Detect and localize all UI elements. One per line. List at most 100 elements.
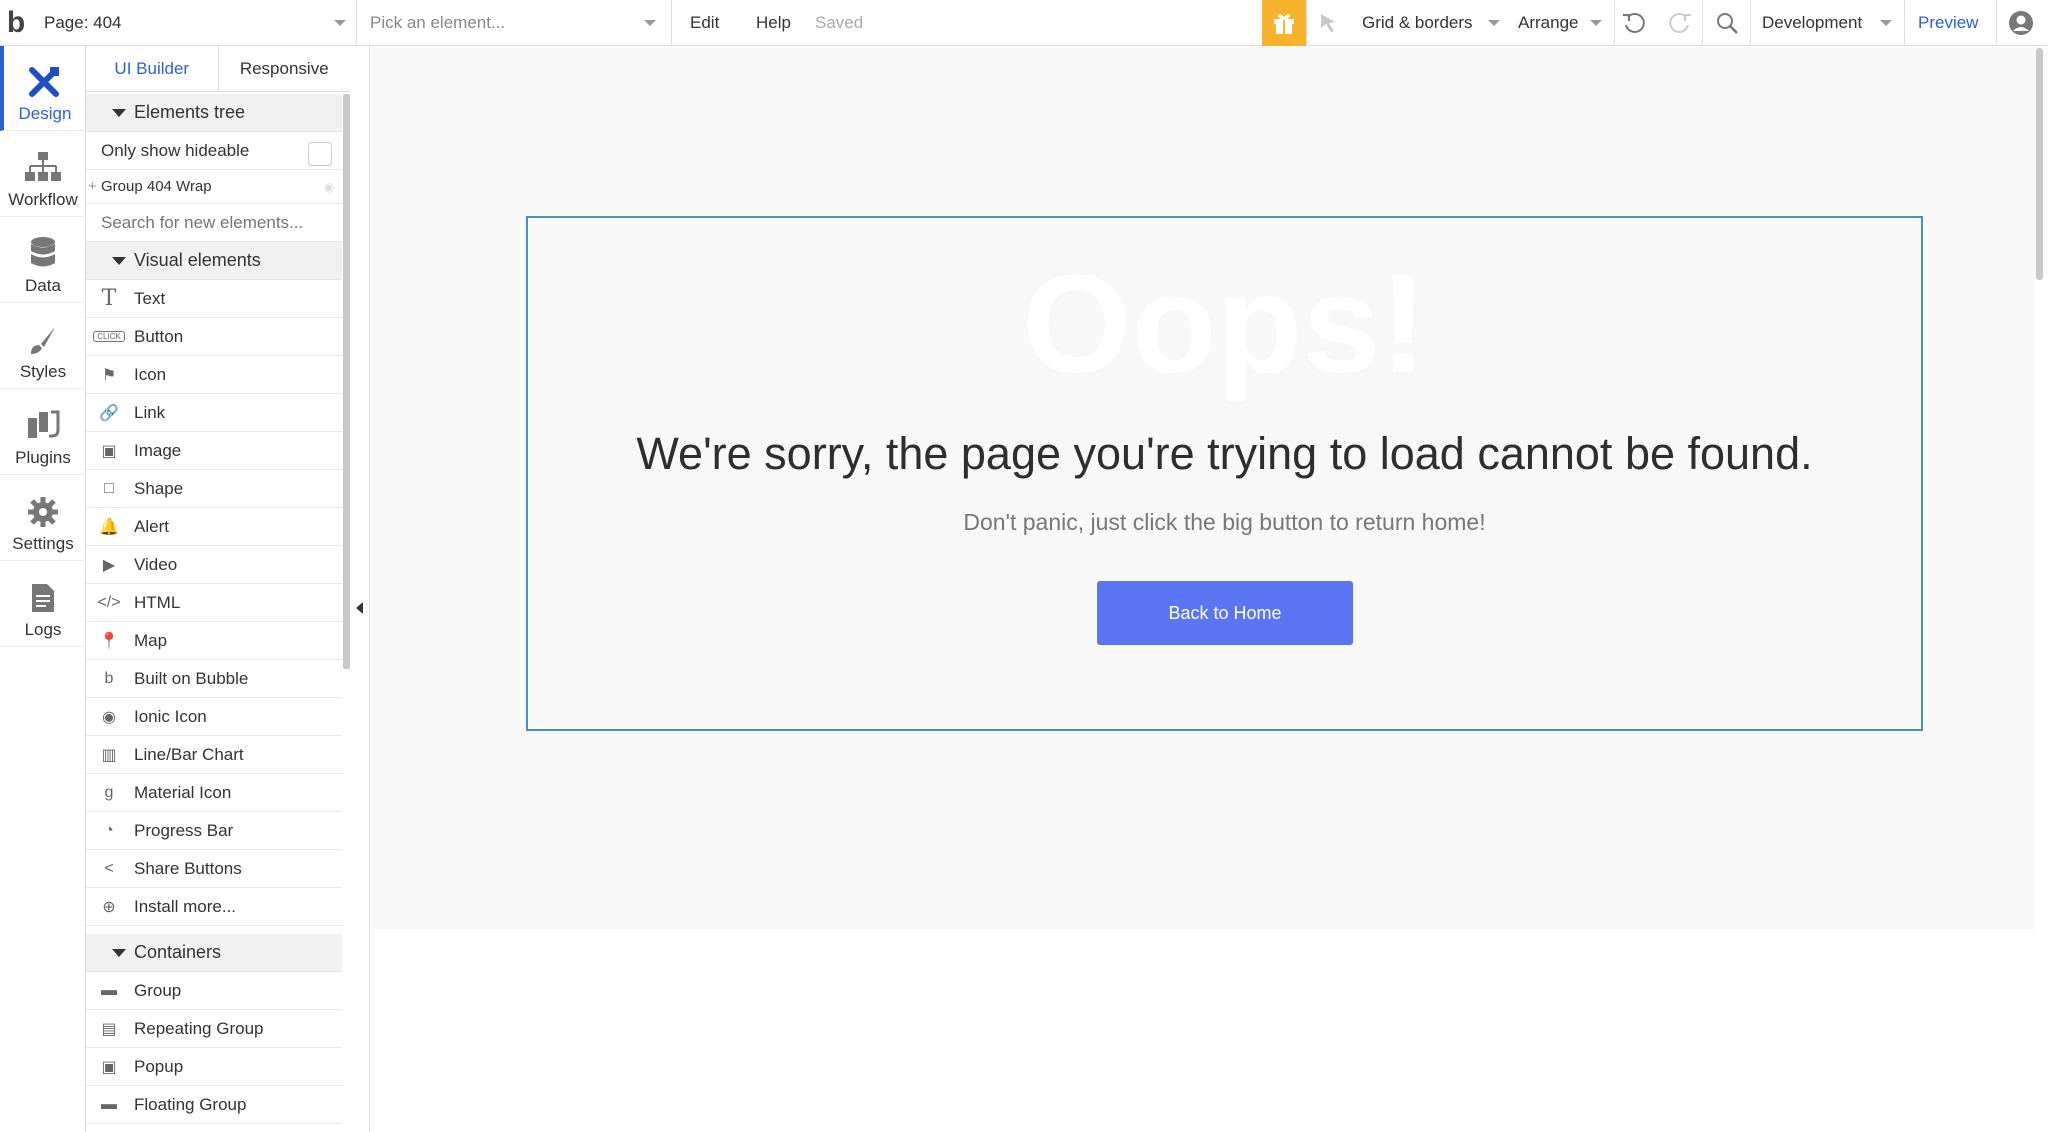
element-item-label: Built on Bubble — [134, 668, 249, 688]
bubble-logo[interactable]: b — [0, 0, 32, 46]
element-item-label: Alert — [134, 516, 169, 536]
page-selector[interactable]: Page: 404 — [32, 0, 357, 46]
elements-tree-header[interactable]: Elements tree — [86, 94, 342, 132]
nav-plugins-label: Plugins — [15, 448, 71, 467]
element-item-progress-bar[interactable]: ◔ Progress Bar — [86, 812, 342, 850]
oops-heading[interactable]: Oops! — [528, 254, 1921, 394]
element-item-label: Repeating Group — [134, 1018, 264, 1038]
element-item-label: Line/Bar Chart — [134, 744, 244, 764]
tree-item-group-404-wrap[interactable]: + Group 404 Wrap ◉ — [86, 170, 342, 204]
arrange-menu[interactable]: Arrange — [1518, 0, 1602, 46]
chevron-down-icon — [1880, 20, 1892, 26]
nav-design[interactable]: Design — [0, 46, 86, 131]
nav-data[interactable]: Data — [0, 218, 86, 303]
left-nav-rail: Design Workflow Data Styles Plugins Sett… — [0, 46, 86, 1132]
grid-borders-menu[interactable]: Grid & borders — [1362, 0, 1500, 46]
eye-icon[interactable]: ◉ — [324, 180, 334, 194]
top-bar: b Page: 404 Pick an element... Edit Help… — [0, 0, 2048, 46]
search-button[interactable] — [1714, 0, 1740, 46]
element-item-shape[interactable]: □ Shape — [86, 470, 342, 508]
chevron-down-icon — [644, 20, 656, 26]
element-item-video[interactable]: ▶ Video — [86, 546, 342, 584]
panel-tabs: UI Builder Responsive — [86, 46, 350, 92]
html-icon: </> — [97, 593, 121, 611]
triangle-down-icon — [112, 257, 126, 265]
tab-ui-builder[interactable]: UI Builder — [86, 46, 218, 91]
only-hideable-row: Only show hideable — [86, 132, 342, 170]
element-item-map[interactable]: 📍 Map — [86, 622, 342, 660]
element-item-repeating-group[interactable]: ▤ Repeating Group — [86, 1010, 342, 1048]
image-icon: ▣ — [101, 442, 117, 460]
gift-icon — [1274, 14, 1294, 34]
link-icon: 🔗 — [99, 404, 119, 422]
nav-logs[interactable]: Logs — [0, 562, 86, 647]
not-found-message[interactable]: We're sorry, the page you're trying to l… — [528, 428, 1921, 480]
plug-icon — [28, 410, 60, 438]
nav-design-label: Design — [18, 104, 72, 123]
visual-elements-header[interactable]: Visual elements — [86, 242, 342, 280]
element-item-label: Share Buttons — [134, 858, 242, 878]
nav-settings[interactable]: Settings — [0, 476, 86, 561]
element-item-install-more[interactable]: ⊕ Install more... — [86, 888, 342, 926]
only-hideable-checkbox[interactable] — [308, 142, 332, 166]
element-item-label: Floating Group — [134, 1094, 247, 1114]
element-picker-placeholder: Pick an element... — [370, 13, 506, 32]
chevron-down-icon — [1590, 20, 1602, 26]
element-item-image[interactable]: ▣ Image — [86, 432, 342, 470]
redo-icon — [1669, 12, 1691, 33]
account-button[interactable] — [2008, 0, 2034, 46]
gift-button[interactable] — [1262, 0, 1306, 46]
nav-styles[interactable]: Styles — [0, 304, 86, 389]
element-search-input[interactable] — [86, 204, 342, 242]
undo-icon — [1623, 12, 1645, 33]
element-item-alert[interactable]: 🔔 Alert — [86, 508, 342, 546]
element-item-ionic-icon[interactable]: ◉ Ionic Icon — [86, 698, 342, 736]
cursor-tool-button[interactable] — [1318, 0, 1340, 46]
containers-header[interactable]: Containers — [86, 934, 342, 972]
chevron-down-icon — [1488, 20, 1500, 26]
environment-menu[interactable]: Development — [1762, 0, 1892, 46]
element-item-icon[interactable]: ⚑ Icon — [86, 356, 342, 394]
element-item-line-bar-chart[interactable]: ▥ Line/Bar Chart — [86, 736, 342, 774]
text-icon: T — [101, 286, 117, 311]
return-home-hint[interactable]: Don't panic, just click the big button t… — [528, 509, 1921, 536]
nav-logs-label: Logs — [24, 620, 62, 639]
element-item-popup[interactable]: ▣ Popup — [86, 1048, 342, 1086]
edit-menu[interactable]: Edit — [690, 0, 719, 46]
nav-data-label: Data — [25, 276, 61, 295]
icon-icon: ⚑ — [101, 366, 117, 384]
element-item-label: Progress Bar — [134, 820, 234, 840]
element-item-material-icon[interactable]: g Material Icon — [86, 774, 342, 812]
element-picker[interactable]: Pick an element... — [358, 0, 672, 46]
preview-button[interactable]: Preview — [1918, 0, 1978, 46]
element-item-button[interactable]: CLICK Button — [86, 318, 342, 356]
element-item-html[interactable]: </> HTML — [86, 584, 342, 622]
element-item-floating-group[interactable]: ▬ Floating Group — [86, 1086, 342, 1124]
element-item-built-on-bubble[interactable]: b Built on Bubble — [86, 660, 342, 698]
help-menu[interactable]: Help — [756, 0, 791, 46]
undo-button[interactable] — [1620, 0, 1648, 46]
nav-workflow-label: Workflow — [8, 190, 78, 209]
floating-group-icon: ▬ — [101, 1095, 117, 1113]
brush-icon — [31, 327, 55, 354]
redo-button[interactable] — [1666, 0, 1694, 46]
tree-item-label: Group 404 Wrap — [101, 178, 212, 195]
element-item-link[interactable]: 🔗 Link — [86, 394, 342, 432]
tab-responsive[interactable]: Responsive — [217, 46, 351, 91]
group-404-wrap[interactable]: Oops! We're sorry, the page you're tryin… — [526, 216, 1923, 731]
nav-plugins[interactable]: Plugins — [0, 390, 86, 475]
install-more-icon: ⊕ — [102, 898, 116, 916]
back-to-home-button[interactable]: Back to Home — [1097, 581, 1353, 645]
document-icon — [32, 584, 54, 612]
panel-scrollbar[interactable] — [343, 94, 350, 669]
element-item-text[interactable]: T Text — [86, 280, 342, 318]
nav-workflow[interactable]: Workflow — [0, 132, 86, 217]
page-selector-label: Page: 404 — [44, 13, 122, 32]
element-item-share-buttons[interactable]: < Share Buttons — [86, 850, 342, 888]
canvas-scrollbar[interactable] — [2036, 48, 2043, 280]
video-icon: ▶ — [102, 556, 116, 574]
environment-label: Development — [1762, 13, 1863, 32]
element-item-group[interactable]: ▬ Group — [86, 972, 342, 1010]
panel-collapse-handle[interactable] — [350, 46, 370, 1132]
nav-settings-label: Settings — [12, 534, 74, 553]
